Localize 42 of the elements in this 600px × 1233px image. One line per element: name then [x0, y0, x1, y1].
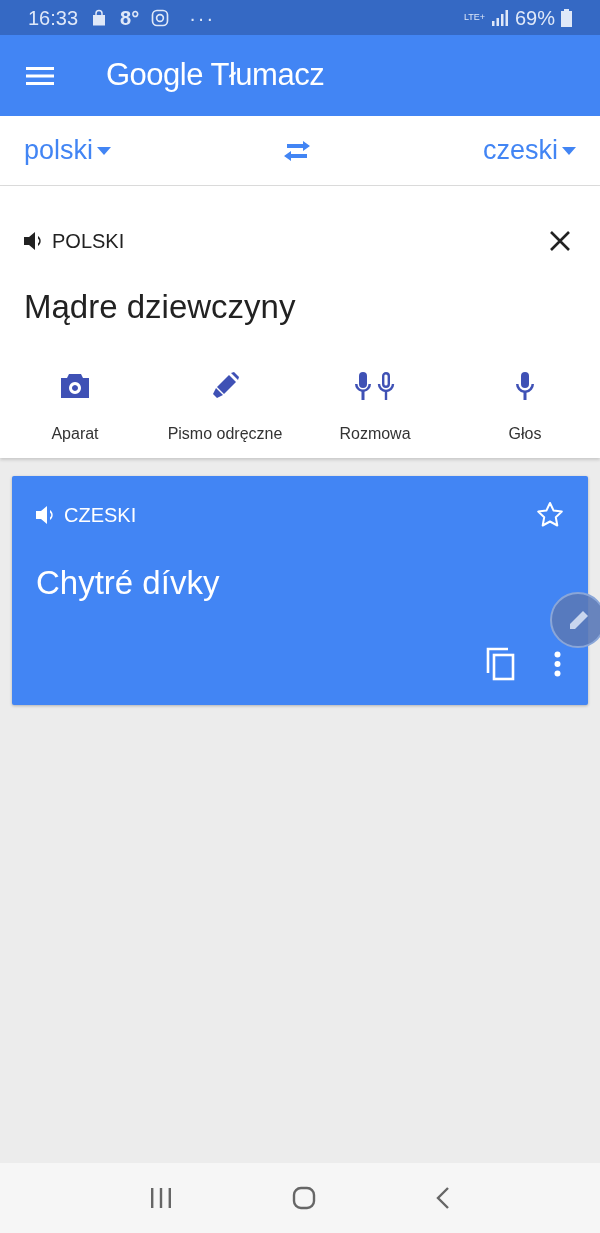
caret-icon — [562, 146, 576, 155]
signal-icon — [490, 9, 509, 26]
copy-button[interactable] — [486, 646, 516, 681]
input-mode-button[interactable]: Rozmowa — [300, 369, 450, 446]
battery-icon — [561, 8, 572, 27]
language-selector[interactable]: czeski — [482, 130, 576, 171]
battery-percent: 69% — [514, 5, 555, 31]
language-selector[interactable]: polski — [24, 130, 112, 171]
clear-button[interactable] — [548, 229, 572, 253]
pen-icon — [210, 370, 240, 401]
temperature: 8° — [120, 5, 140, 31]
star-icon — [536, 500, 564, 529]
recent-apps-button[interactable] — [150, 1188, 172, 1208]
home-icon — [292, 1186, 316, 1210]
more-options-button[interactable] — [554, 650, 562, 677]
camera-outline-icon — [151, 8, 170, 27]
microphone-icon — [513, 370, 537, 401]
recent-apps-icon — [150, 1188, 172, 1208]
network-type: LTE+ — [463, 13, 485, 22]
back-button[interactable] — [436, 1186, 450, 1210]
translation-text: Chytré dívky — [36, 562, 221, 603]
more-notifications: ··· — [189, 5, 216, 31]
more-vertical-icon — [554, 650, 561, 677]
close-icon — [549, 230, 571, 252]
status-time: 16:33 — [28, 5, 79, 31]
menu-button[interactable] — [26, 64, 56, 87]
input-mode-button[interactable]: Aparat — [0, 369, 150, 446]
home-button[interactable] — [292, 1186, 316, 1210]
listen-button[interactable]: CZESKI — [36, 499, 137, 530]
camera-icon — [59, 371, 91, 400]
listen-button[interactable]: POLSKI — [24, 226, 125, 256]
input-text: Mądre dziewczyny — [23, 287, 297, 327]
copy-icon — [486, 646, 516, 681]
input-mode-button[interactable]: Pismo odręczne — [150, 369, 300, 446]
star-button[interactable] — [536, 500, 564, 529]
app-title: Google Tłumacz — [106, 56, 325, 95]
caret-icon — [97, 146, 112, 155]
input-mode-button[interactable]: Głos — [450, 369, 600, 446]
menu-icon — [26, 65, 54, 86]
pencil-icon — [568, 609, 590, 631]
swap-arrows-icon — [283, 139, 311, 162]
back-icon — [436, 1186, 450, 1210]
